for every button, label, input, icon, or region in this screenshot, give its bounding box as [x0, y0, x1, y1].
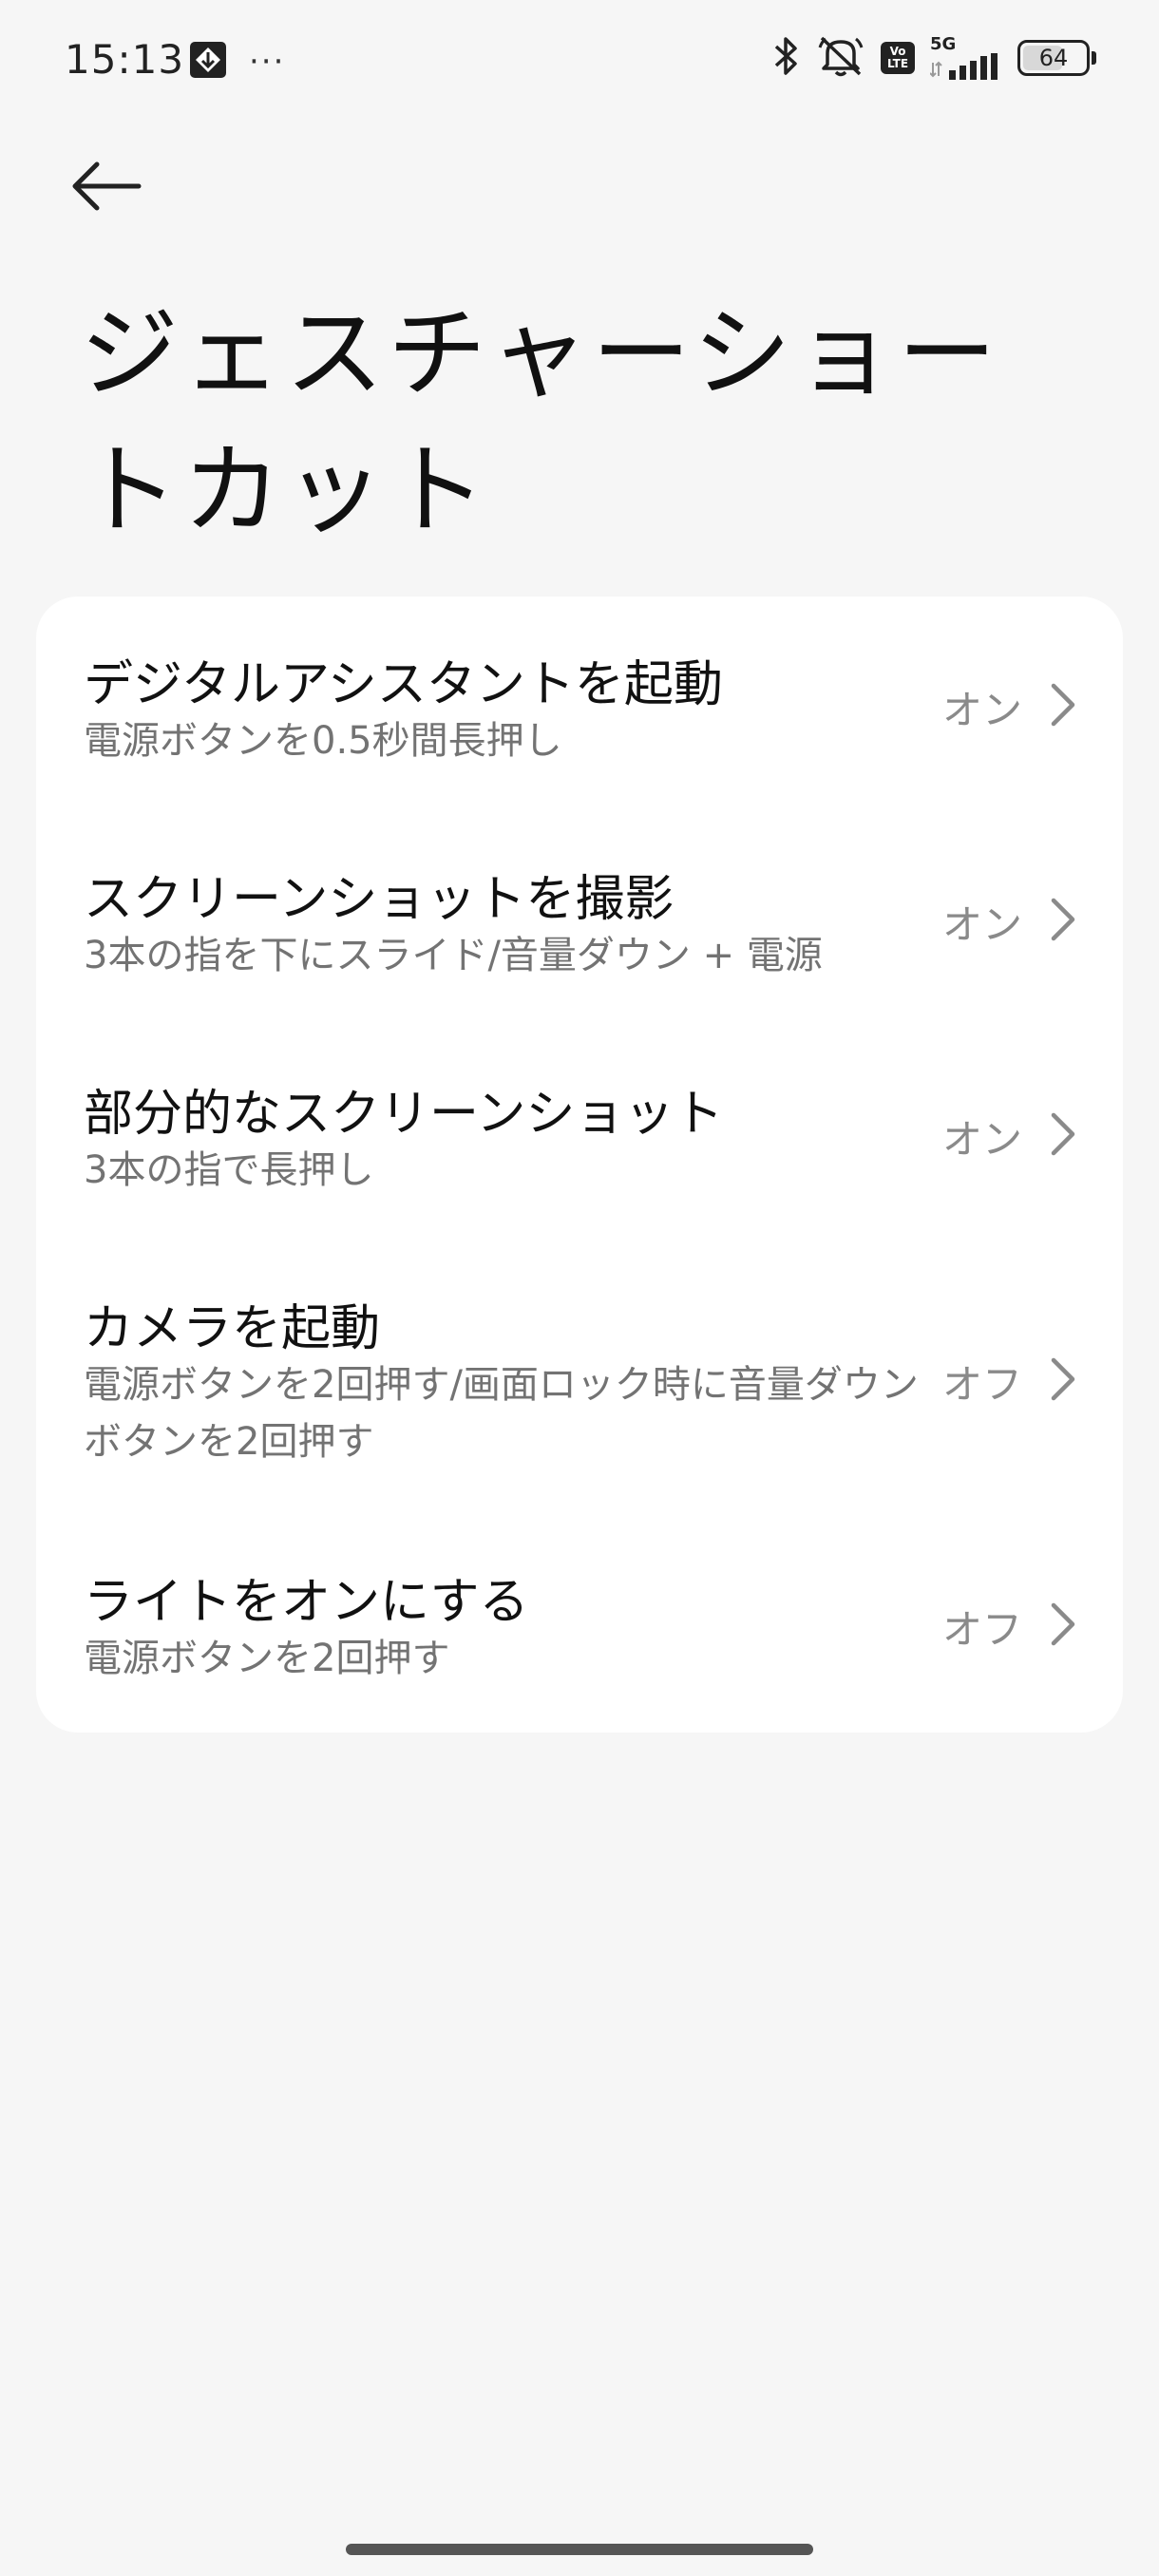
row-status-value: オン — [941, 901, 1022, 948]
status-time: 15:13 — [65, 36, 185, 83]
chevron-right-icon — [1051, 683, 1075, 727]
arrow-left-icon — [72, 161, 142, 211]
gesture-row-screenshot[interactable]: スクリーンショットを撮影 3本の指を下にスライド/音量ダウン + 電源 オン — [36, 811, 1123, 1026]
row-status-value: オフ — [941, 1606, 1022, 1653]
bluetooth-icon — [770, 35, 801, 81]
page-title: ジェスチャーショートカット — [80, 295, 1000, 548]
row-title: 部分的なスクリーンショット — [84, 1086, 724, 1143]
home-indicator[interactable] — [346, 2544, 813, 2555]
status-right-icons: Vo LTE 5G 64 — [770, 34, 1096, 82]
row-subtitle: 電源ボタンを0.5秒間長押し — [84, 719, 562, 763]
status-bar: 15:13 ··· Vo LTE 5G 64 — [0, 0, 1159, 123]
photo-icon — [188, 40, 228, 84]
row-subtitle: 3本の指で長押し — [84, 1148, 374, 1192]
chevron-right-icon — [1051, 1602, 1075, 1646]
battery-level: 64 — [1038, 45, 1069, 71]
row-title: スクリーンショットを撮影 — [84, 871, 674, 928]
chevron-right-icon — [1051, 1112, 1075, 1156]
row-subtitle: 電源ボタンを2回押す/画面ロック時に音量ダウンボタンを2回押す — [84, 1363, 919, 1464]
row-title: カメラを起動 — [84, 1300, 381, 1357]
gesture-settings-list: デジタルアシスタントを起動 電源ボタンを0.5秒間長押し オン スクリーンショッ… — [36, 597, 1123, 1733]
gesture-row-flashlight[interactable]: ライトをオンにする 電源ボタンを2回押す オフ — [36, 1516, 1123, 1733]
back-button[interactable] — [70, 148, 165, 224]
battery-icon: 64 — [1017, 40, 1096, 76]
chevron-right-icon — [1051, 898, 1075, 941]
mute-icon — [816, 34, 865, 82]
status-left-icons: ··· — [188, 40, 285, 84]
row-subtitle: 3本の指を下にスライド/音量ダウン + 電源 — [84, 934, 823, 977]
gesture-row-partial-screenshot[interactable]: 部分的なスクリーンショット 3本の指で長押し オン — [36, 1026, 1123, 1241]
volte-icon: Vo LTE — [881, 42, 915, 74]
gesture-row-digital-assistant[interactable]: デジタルアシスタントを起動 電源ボタンを0.5秒間長押し オン — [36, 597, 1123, 811]
row-subtitle: 電源ボタンを2回押す — [84, 1637, 450, 1680]
gesture-row-launch-camera[interactable]: カメラを起動 電源ボタンを2回押す/画面ロック時に音量ダウンボタンを2回押す オ… — [36, 1241, 1123, 1516]
row-status-value: オン — [941, 687, 1022, 733]
row-title: ライトをオンにする — [84, 1574, 529, 1631]
row-status-value: オン — [941, 1116, 1022, 1163]
row-status-value: オフ — [941, 1361, 1022, 1408]
more-dots-icon: ··· — [249, 43, 286, 81]
row-title: デジタルアシスタントを起動 — [84, 656, 723, 713]
signal-5g-icon: 5G — [930, 36, 1002, 80]
chevron-right-icon — [1051, 1357, 1075, 1401]
